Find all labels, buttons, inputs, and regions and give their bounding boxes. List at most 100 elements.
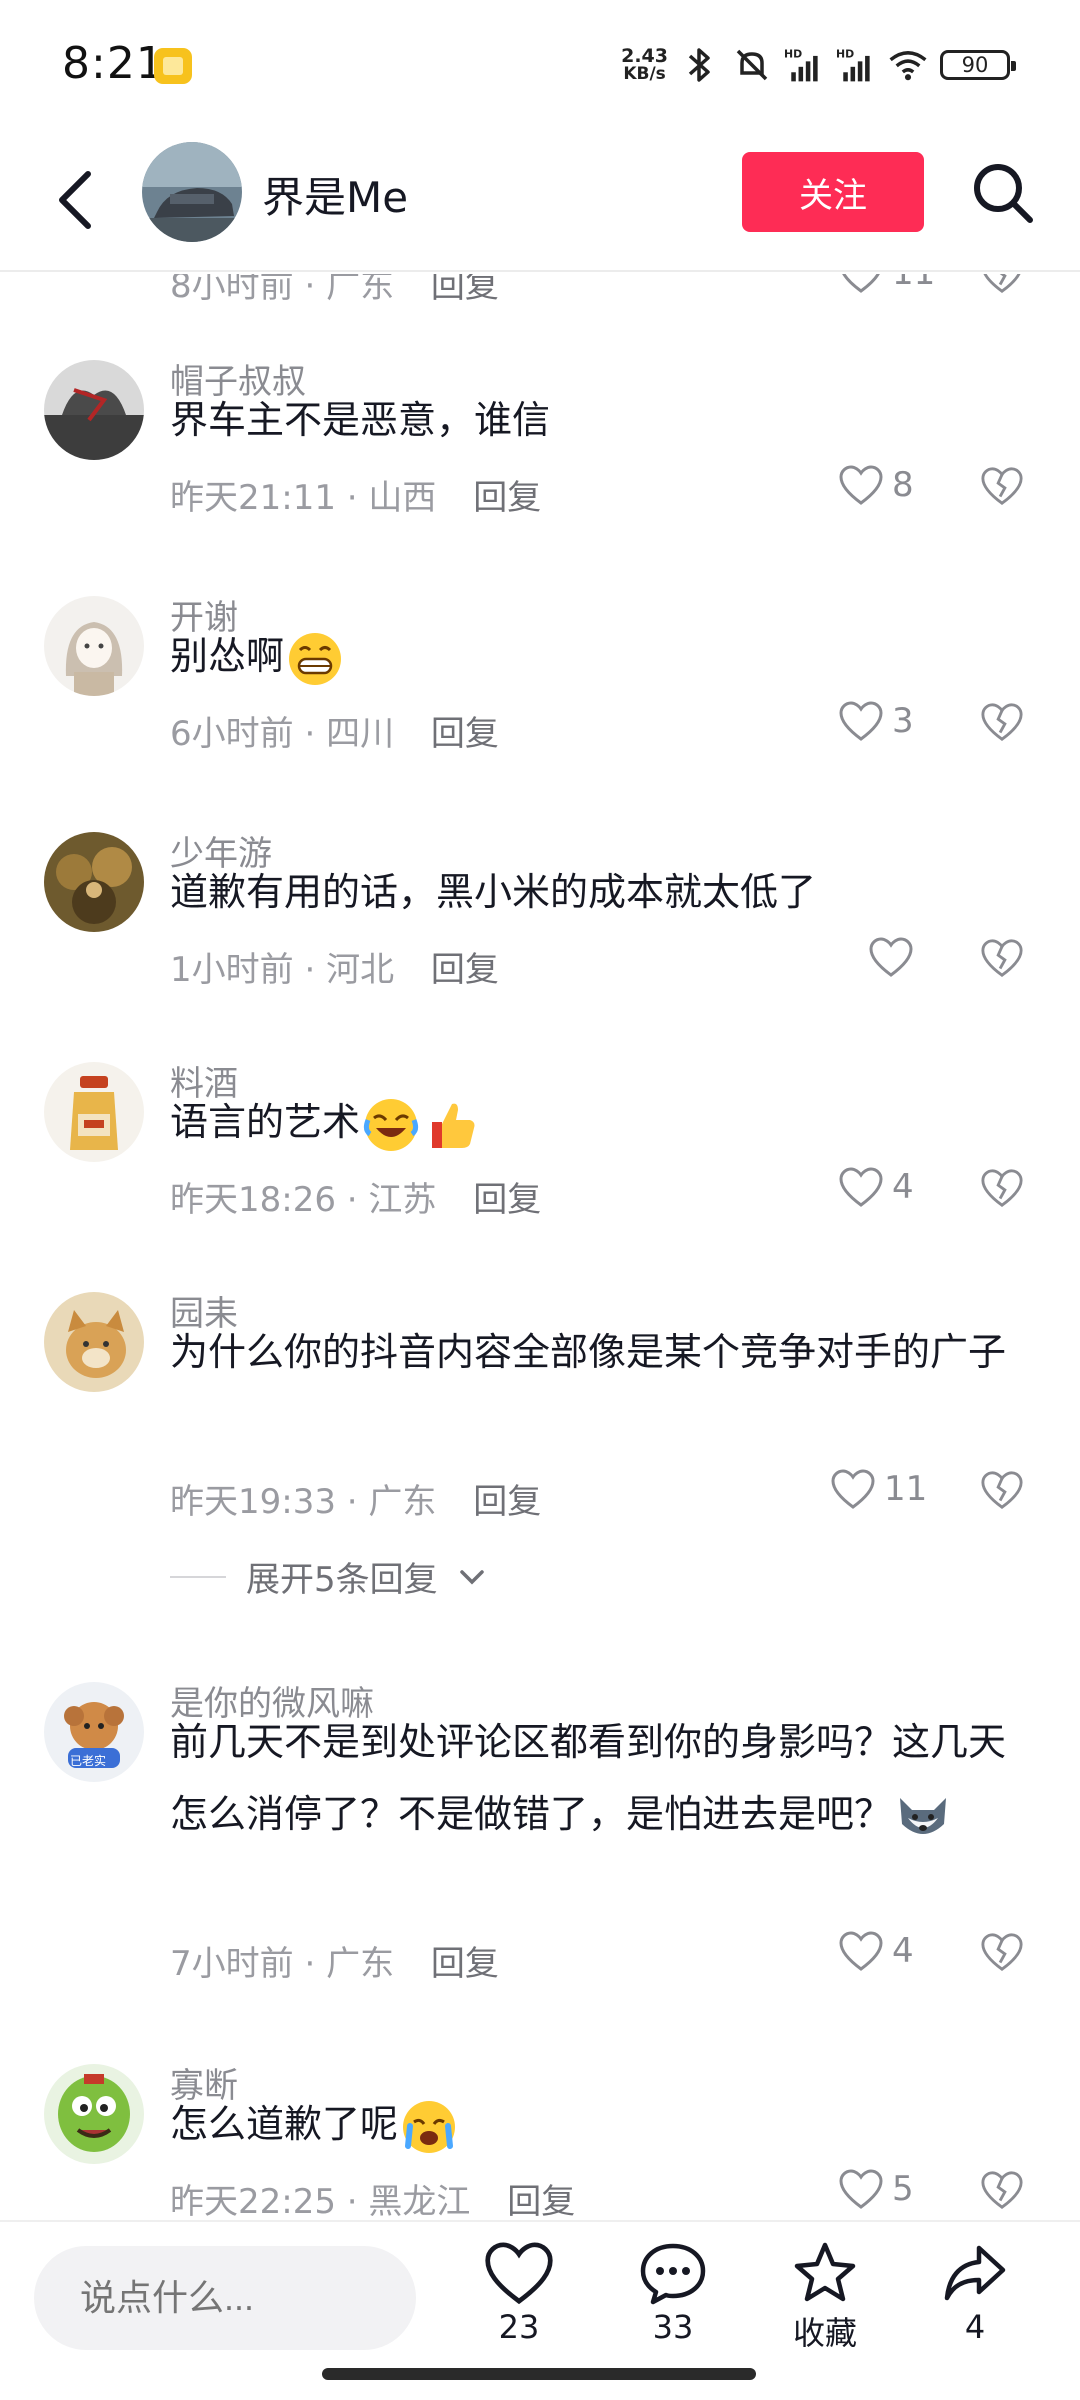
comment-region: 广东: [326, 1944, 395, 1984]
avatar[interactable]: [142, 142, 242, 242]
dislike-button[interactable]: [980, 1930, 1024, 1974]
like-button[interactable]: 11: [838, 274, 935, 294]
like-count: 11: [884, 1469, 928, 1509]
heart-icon: [485, 2242, 553, 2305]
heart-icon: [839, 2169, 883, 2209]
signal-hd-icon: HD: [784, 45, 824, 85]
comment-meta: 昨天21:11 · 山西 回复: [170, 478, 542, 518]
dislike-button[interactable]: [980, 274, 1024, 296]
expand-replies-button[interactable]: 展开5条回复: [170, 1552, 486, 1601]
broken-heart-icon: [981, 1169, 1023, 1207]
comment-text: 怎么道歉了呢: [170, 2088, 1020, 2160]
dislike-button[interactable]: [980, 936, 1024, 980]
reply-button[interactable]: 回复: [473, 1482, 541, 1522]
like-button[interactable]: [868, 936, 922, 978]
network-speed: 2.43 KB/s: [621, 47, 668, 83]
comment-region: 黑龙江: [368, 2182, 471, 2220]
bluetooth-icon: [680, 45, 720, 85]
reply-button[interactable]: 回复: [473, 478, 541, 518]
comment-time: 8小时前: [170, 274, 294, 306]
broken-heart-icon: [981, 939, 1023, 977]
dislike-button[interactable]: [980, 464, 1024, 508]
search-icon: [974, 164, 1033, 223]
expand-replies-label: 展开5条回复: [246, 1560, 438, 1600]
dislike-button[interactable]: [980, 700, 1024, 744]
back-button[interactable]: [48, 160, 108, 240]
like-post-count: 23: [498, 2308, 540, 2346]
reply-button[interactable]: 回复: [507, 2182, 575, 2220]
avatar[interactable]: [44, 360, 144, 460]
reply-button[interactable]: 回复: [431, 274, 499, 306]
like-button[interactable]: 4: [838, 1166, 914, 1208]
reply-button[interactable]: 回复: [431, 1944, 499, 1984]
comment-text: 前几天不是到处评论区都看到你的身影吗？这几天怎么消停了？不是做错了，是怕进去是吧…: [170, 1706, 1020, 1850]
comment-time: 1小时前: [170, 950, 294, 990]
reply-button[interactable]: 回复: [431, 714, 499, 754]
mute-icon: [732, 45, 772, 85]
like-button[interactable]: 11: [830, 1468, 927, 1510]
comment-meta: 1小时前 · 河北 回复: [170, 950, 499, 990]
comment-meta: 昨天19:33 · 广东 回复: [170, 1482, 542, 1522]
comment-meta: 7小时前 · 广东 回复: [170, 1944, 499, 1984]
battery-icon: 90: [940, 50, 1016, 80]
comment-input[interactable]: [34, 2246, 416, 2350]
comment-meta: 昨天18:26 · 江苏 回复: [170, 1180, 542, 1220]
share-arrow-icon: [944, 2245, 1006, 2301]
like-count: 3: [892, 701, 914, 741]
like-count: 5: [892, 2169, 914, 2209]
heart-icon: [869, 937, 913, 977]
broken-heart-icon: [981, 467, 1023, 505]
dislike-button[interactable]: [980, 1468, 1024, 1512]
dislike-button[interactable]: [980, 1166, 1024, 1210]
share-count: 4: [964, 2308, 986, 2346]
home-indicator[interactable]: [322, 2368, 756, 2380]
like-count: 4: [892, 1931, 914, 1971]
heart-icon: [839, 1931, 883, 1971]
broken-heart-icon: [981, 1933, 1023, 1971]
husky-emoji-icon: [900, 1797, 947, 1834]
svg-text:HD: HD: [784, 48, 802, 61]
heart-icon: [841, 274, 881, 293]
like-post-button[interactable]: 23: [464, 2240, 574, 2346]
comment-count: 33: [652, 2308, 694, 2346]
broken-heart-icon: [981, 703, 1023, 741]
wifi-icon: [888, 45, 928, 85]
comment-list[interactable]: 8小时前 · 广东 回复 11 帽子叔叔 界车主不是恶意，谁信 昨天21:11 …: [0, 274, 1080, 2220]
avatar[interactable]: [44, 832, 144, 932]
chevron-left-icon: [59, 171, 91, 229]
comment-meta: 6小时前 · 四川 回复: [170, 714, 499, 754]
laugh-cry-emoji-icon: [363, 1098, 419, 1151]
comment-text: 别怂啊: [170, 620, 1020, 692]
status-time: 8:21: [62, 38, 165, 89]
broken-heart-icon: [981, 1471, 1023, 1509]
comment-meta: 8小时前 · 广东 回复: [170, 274, 499, 307]
share-button[interactable]: 4: [920, 2240, 1030, 2346]
avatar[interactable]: [44, 1062, 144, 1162]
like-button[interactable]: 3: [838, 700, 914, 742]
search-button[interactable]: [968, 158, 1038, 228]
like-button[interactable]: 4: [838, 1930, 914, 1972]
like-button[interactable]: 5: [838, 2168, 914, 2210]
comment-text: 语言的艺术: [170, 1086, 1020, 1158]
dislike-button[interactable]: [980, 2168, 1024, 2212]
battery-level: 90: [961, 53, 989, 77]
comment-time: 昨天18:26: [170, 1180, 336, 1220]
profile-name: 界是Me: [262, 173, 409, 222]
comment-button[interactable]: 33: [618, 2240, 728, 2346]
broken-heart-icon: [983, 274, 1021, 293]
reply-button[interactable]: 回复: [473, 1180, 541, 1220]
heart-icon: [839, 465, 883, 505]
avatar[interactable]: 已老实: [44, 1682, 144, 1782]
avatar[interactable]: [44, 2064, 144, 2164]
avatar[interactable]: [44, 596, 144, 696]
favorite-button[interactable]: 收藏: [770, 2240, 880, 2354]
comment-text: 界车主不是恶意，谁信: [170, 398, 551, 442]
comment-region: 四川: [326, 714, 395, 754]
follow-button[interactable]: 关注: [742, 152, 924, 232]
reply-button[interactable]: 回复: [431, 950, 499, 990]
like-button[interactable]: 8: [838, 464, 914, 506]
heart-icon: [839, 701, 883, 741]
avatar[interactable]: [44, 1292, 144, 1392]
star-icon: [794, 2242, 856, 2302]
status-bar: 8:21 2.43 KB/s HD HD 90: [0, 0, 1080, 130]
